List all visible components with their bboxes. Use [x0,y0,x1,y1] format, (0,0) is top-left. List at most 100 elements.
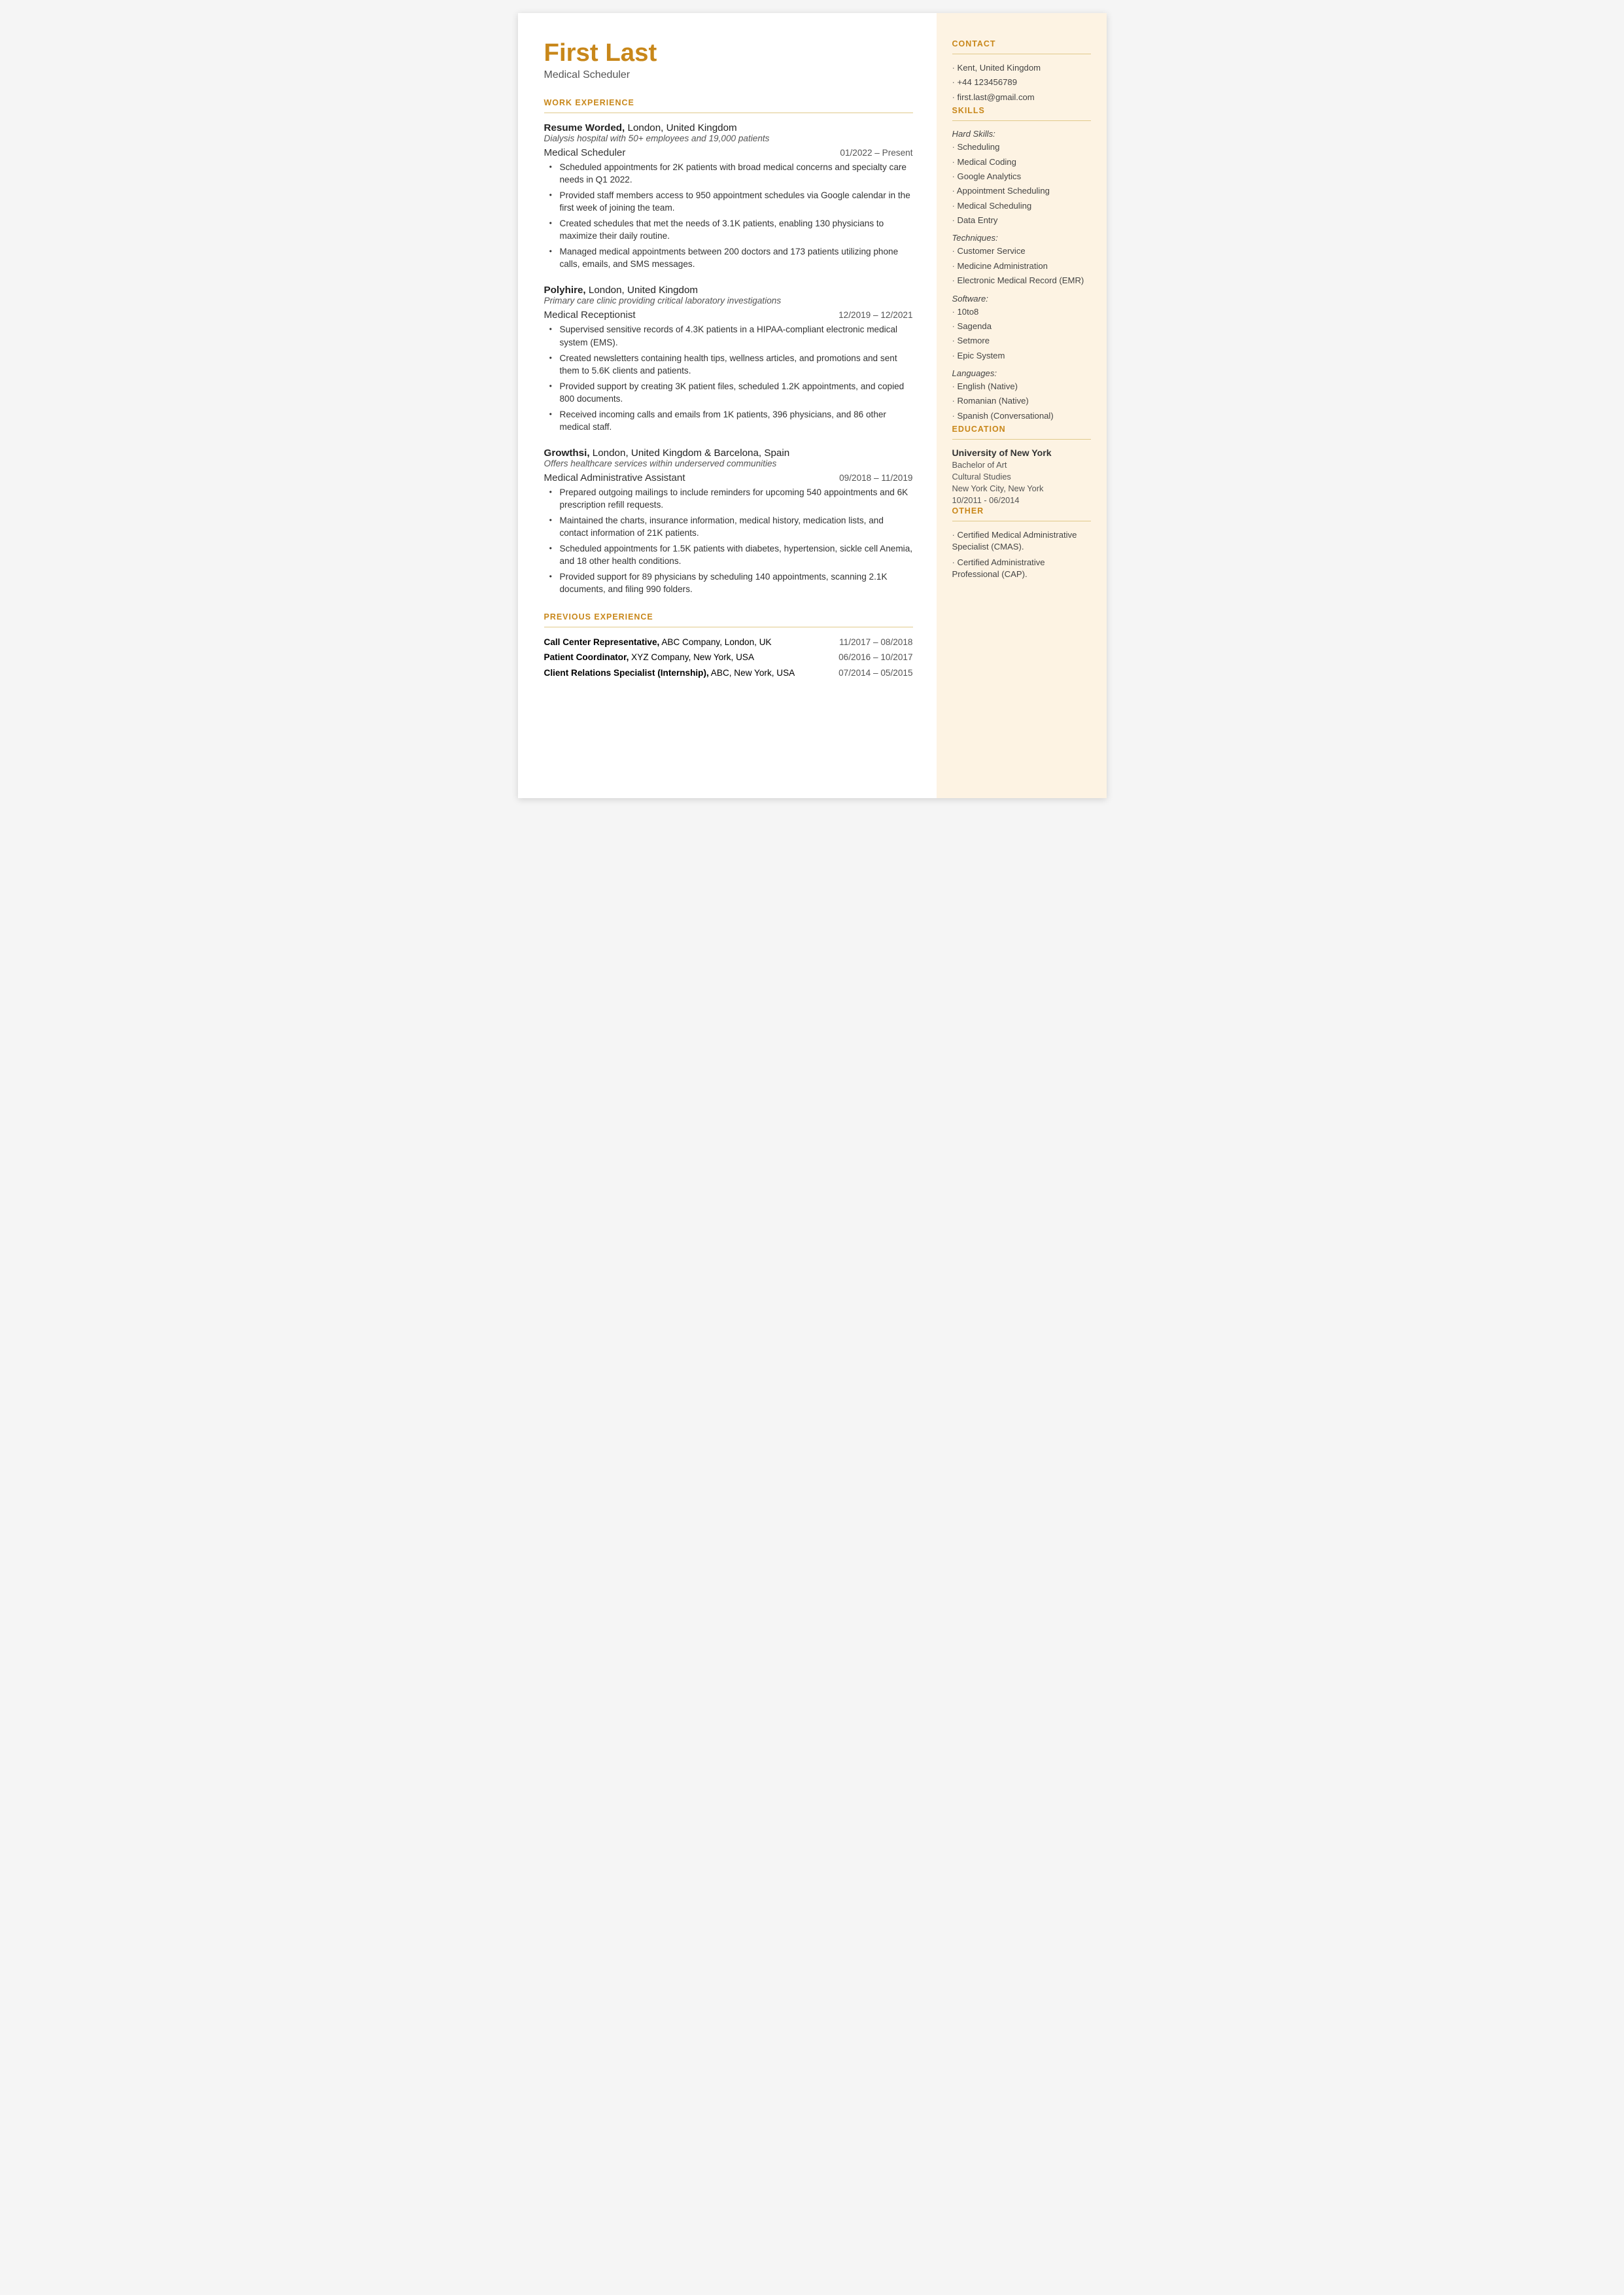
other-header: OTHER [952,506,1091,516]
prev-exp-row-1: Call Center Representative, ABC Company,… [544,637,913,648]
employer-name-1: Resume Worded, London, United Kingdom [544,122,913,133]
prev-exp-title-bold-3: Client Relations Specialist (Internship)… [544,668,709,678]
hard-skill-6: Data Entry [952,215,1091,226]
bullet-1-3: Created schedules that met the needs of … [549,217,913,242]
software-3: Setmore [952,335,1091,347]
employer-block-1: Resume Worded, London, United Kingdom Di… [544,122,913,270]
role-dates-2: 12/2019 – 12/2021 [838,310,912,320]
edu-location: New York City, New York [952,483,1091,495]
employer-loc-1: London, United Kingdom [625,122,736,133]
role-row-3: Medical Administrative Assistant 09/2018… [544,472,913,483]
previous-experience-section: PREVIOUS EXPERIENCE Call Center Represen… [544,612,913,679]
bullet-2-3: Provided support by creating 3K patient … [549,380,913,405]
prev-exp-row-3: Client Relations Specialist (Internship)… [544,667,913,679]
skills-divider [952,120,1091,121]
other-item-2: Certified Administrative Professional (C… [952,557,1091,581]
role-dates-1: 01/2022 – Present [840,148,912,158]
other-item-1: Certified Medical Administrative Special… [952,529,1091,553]
employer-loc-2: London, United Kingdom [586,285,698,296]
languages-label: Languages: [952,368,1091,378]
software-label: Software: [952,294,1091,304]
hard-skill-2: Medical Coding [952,156,1091,168]
software-1: 10to8 [952,306,1091,318]
bullet-list-3: Prepared outgoing mailings to include re… [549,486,913,595]
contact-item-3: first.last@gmail.com [952,92,1091,103]
education-section: EDUCATION University of New York Bachelo… [952,425,1091,506]
edu-field: Cultural Studies [952,471,1091,483]
role-title-1: Medical Scheduler [544,147,626,158]
resume-page: First Last Medical Scheduler WORK EXPERI… [518,13,1107,798]
education-header: EDUCATION [952,425,1091,434]
header-section: First Last Medical Scheduler [544,39,913,81]
prev-exp-left-3: Client Relations Specialist (Internship)… [544,667,839,679]
prev-exp-title-bold-2: Patient Coordinator, [544,652,629,662]
work-experience-header: WORK EXPERIENCE [544,98,913,107]
contact-item-2: +44 123456789 [952,77,1091,88]
bullet-1-2: Provided staff members access to 950 app… [549,189,913,214]
prev-exp-dates-3: 07/2014 – 05/2015 [838,667,912,679]
other-section: OTHER Certified Medical Administrative S… [952,506,1091,581]
prev-exp-row-2: Patient Coordinator, XYZ Company, New Yo… [544,652,913,663]
contact-section: CONTACT Kent, United Kingdom +44 1234567… [952,39,1091,103]
hard-skill-5: Medical Scheduling [952,200,1091,212]
software-2: Sagenda [952,321,1091,332]
bullet-list-1: Scheduled appointments for 2K patients w… [549,161,913,270]
education-divider [952,439,1091,440]
bullet-3-4: Provided support for 89 physicians by sc… [549,570,913,595]
role-row-2: Medical Receptionist 12/2019 – 12/2021 [544,309,913,321]
bullet-2-2: Created newsletters containing health ti… [549,352,913,377]
technique-1: Customer Service [952,245,1091,257]
hard-skills-label: Hard Skills: [952,129,1091,139]
prev-exp-left-1: Call Center Representative, ABC Company,… [544,637,840,648]
employer-desc-1: Dialysis hospital with 50+ employees and… [544,133,913,143]
main-column: First Last Medical Scheduler WORK EXPERI… [518,13,937,798]
software-4: Epic System [952,350,1091,362]
employer-bold-1: Resume Worded, [544,122,625,133]
employer-loc-3: London, United Kingdom & Barcelona, Spai… [590,447,790,459]
bullet-2-1: Supervised sensitive records of 4.3K pat… [549,323,913,348]
employer-bold-3: Growthsi, [544,447,590,459]
hard-skill-4: Appointment Scheduling [952,185,1091,197]
technique-3: Electronic Medical Record (EMR) [952,275,1091,287]
prev-exp-dates-2: 06/2016 – 10/2017 [838,652,912,663]
prev-exp-title-bold-1: Call Center Representative, [544,637,660,647]
prev-exp-title-rest-2: XYZ Company, New York, USA [629,652,754,662]
employer-block-3: Growthsi, London, United Kingdom & Barce… [544,447,913,595]
bullet-3-2: Maintained the charts, insurance informa… [549,514,913,539]
bullet-list-2: Supervised sensitive records of 4.3K pat… [549,323,913,432]
bullet-1-4: Managed medical appointments between 200… [549,245,913,270]
technique-2: Medicine Administration [952,260,1091,272]
hard-skill-3: Google Analytics [952,171,1091,183]
work-experience-section: WORK EXPERIENCE Resume Worded, London, U… [544,98,913,595]
prev-exp-dates-1: 11/2017 – 08/2018 [839,637,912,648]
contact-header: CONTACT [952,39,1091,48]
skills-header: SKILLS [952,106,1091,115]
employer-bold-2: Polyhire, [544,285,586,296]
role-row-1: Medical Scheduler 01/2022 – Present [544,147,913,158]
previous-experience-header: PREVIOUS EXPERIENCE [544,612,913,622]
hard-skill-1: Scheduling [952,141,1091,153]
employer-name-2: Polyhire, London, United Kingdom [544,285,913,296]
employer-block-2: Polyhire, London, United Kingdom Primary… [544,285,913,432]
job-title: Medical Scheduler [544,69,913,81]
bullet-3-1: Prepared outgoing mailings to include re… [549,486,913,511]
contact-item-1: Kent, United Kingdom [952,62,1091,74]
edu-school: University of New York [952,447,1091,458]
prev-exp-title-rest-1: ABC Company, London, UK [659,637,771,647]
language-1: English (Native) [952,381,1091,393]
employer-desc-3: Offers healthcare services within unders… [544,459,913,468]
prev-exp-title-rest-3: ABC, New York, USA [709,668,795,678]
employer-name-3: Growthsi, London, United Kingdom & Barce… [544,447,913,459]
employer-desc-2: Primary care clinic providing critical l… [544,296,913,306]
bullet-3-3: Scheduled appointments for 1.5K patients… [549,542,913,567]
language-3: Spanish (Conversational) [952,410,1091,422]
role-title-2: Medical Receptionist [544,309,636,321]
bullet-2-4: Received incoming calls and emails from … [549,408,913,433]
prev-exp-left-2: Patient Coordinator, XYZ Company, New Yo… [544,652,839,663]
language-2: Romanian (Native) [952,395,1091,407]
edu-degree: Bachelor of Art [952,459,1091,471]
role-dates-3: 09/2018 – 11/2019 [839,473,912,483]
sidebar: CONTACT Kent, United Kingdom +44 1234567… [937,13,1107,798]
bullet-1-1: Scheduled appointments for 2K patients w… [549,161,913,186]
skills-section: SKILLS Hard Skills: Scheduling Medical C… [952,106,1091,422]
